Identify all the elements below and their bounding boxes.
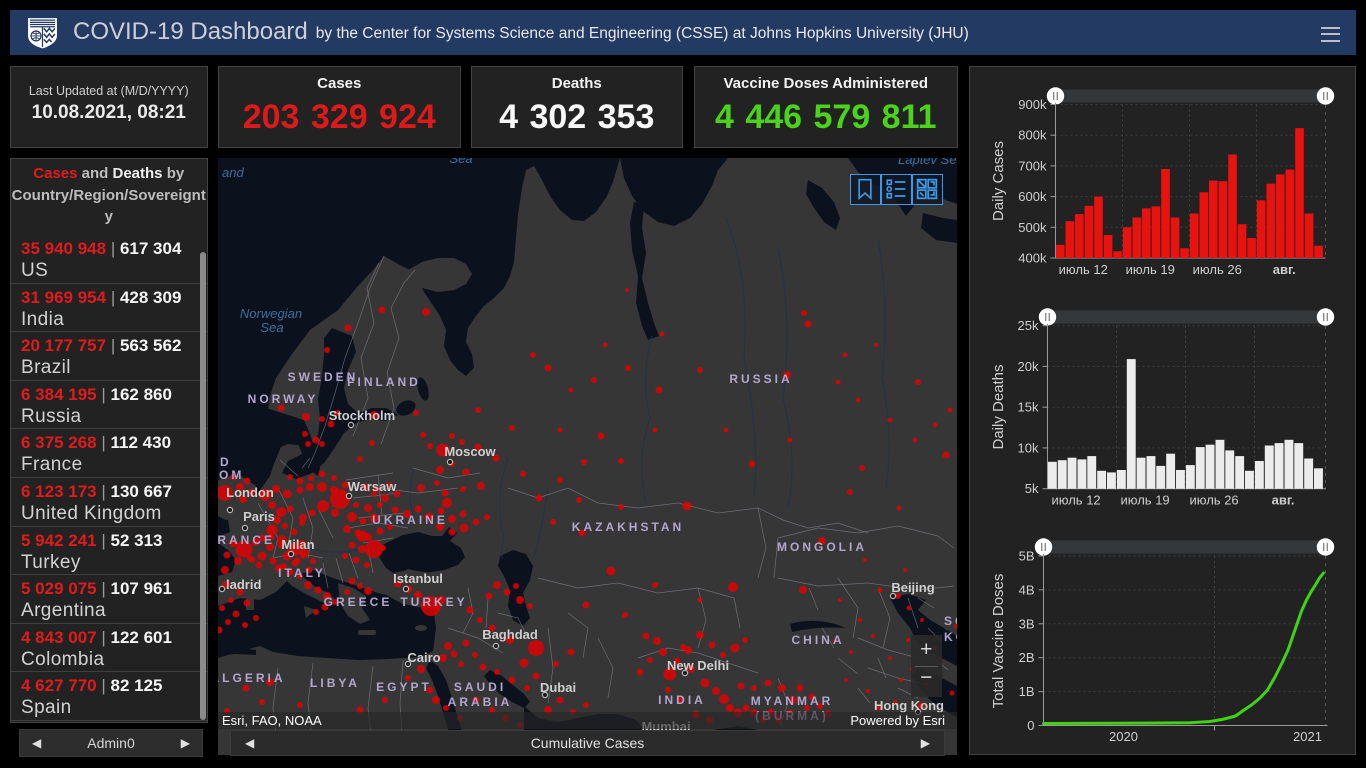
svg-text:4B: 4B [1018, 582, 1034, 597]
svg-text:700k: 700k [1018, 158, 1047, 173]
svg-text:SO: SO [944, 614, 957, 628]
svg-text:SAUDI: SAUDI [454, 680, 506, 694]
svg-text:3B: 3B [1018, 616, 1034, 631]
svg-text:Cairo: Cairo [407, 650, 440, 665]
svg-text:25k: 25k [1017, 318, 1038, 333]
svg-text:GREECE: GREECE [324, 595, 393, 609]
svg-text:KAZAKHSTAN: KAZAKHSTAN [572, 520, 684, 534]
svg-text:EGYPT: EGYPT [376, 680, 432, 694]
svg-text:Sea: Sea [260, 320, 283, 335]
svg-text:400k: 400k [1018, 251, 1047, 266]
svg-text:MONGOLIA: MONGOLIA [777, 540, 867, 554]
svg-text:0: 0 [1027, 718, 1034, 733]
svg-text:Hong Kong: Hong Kong [874, 698, 944, 713]
svg-text:London: London [226, 485, 274, 500]
svg-text:авг.: авг. [1272, 262, 1295, 277]
svg-text:FRANCE: FRANCE [218, 533, 275, 547]
svg-text:600k: 600k [1018, 189, 1047, 204]
svg-text:10k: 10k [1017, 440, 1038, 455]
svg-text:Stockholm: Stockholm [329, 408, 395, 423]
svg-text:FINLAND: FINLAND [347, 375, 421, 389]
svg-text:800k: 800k [1018, 128, 1047, 143]
svg-text:TURKEY: TURKEY [400, 595, 467, 609]
svg-text:июль 19: июль 19 [1125, 262, 1174, 277]
svg-text:5k: 5k [1024, 481, 1038, 496]
svg-text:500k: 500k [1018, 220, 1047, 235]
svg-text:Daily Deaths: Daily Deaths [990, 364, 1007, 449]
svg-text:Moscow: Moscow [444, 444, 496, 459]
svg-text:июль 26: июль 26 [1189, 493, 1238, 508]
svg-text:D: D [220, 455, 232, 469]
svg-text:15k: 15k [1017, 400, 1038, 415]
svg-text:LIBYA: LIBYA [310, 676, 360, 690]
svg-text:CHINA: CHINA [792, 633, 845, 647]
svg-text:RUSSIA: RUSSIA [729, 372, 792, 386]
svg-text:20k: 20k [1017, 359, 1038, 374]
svg-text:Milan: Milan [281, 537, 314, 552]
svg-text:июль 12: июль 12 [1051, 493, 1100, 508]
svg-text:INDIA: INDIA [658, 693, 706, 707]
svg-text:ALGERIA: ALGERIA [218, 671, 286, 685]
svg-text:Beijing: Beijing [891, 580, 934, 595]
svg-text:and: and [222, 165, 244, 180]
svg-text:Sea: Sea [449, 158, 472, 166]
svg-text:2021: 2021 [1293, 729, 1322, 744]
svg-text:Warsaw: Warsaw [348, 479, 398, 494]
svg-text:OM: OM [219, 468, 244, 482]
svg-text:2020: 2020 [1109, 729, 1138, 744]
svg-text:900k: 900k [1018, 97, 1047, 112]
svg-text:Baghdad: Baghdad [482, 627, 538, 642]
svg-text:5B: 5B [1018, 549, 1034, 564]
svg-text:New Delhi: New Delhi [667, 658, 729, 673]
svg-text:Laptev Sea: Laptev Sea [898, 158, 957, 167]
svg-text:NORWAY: NORWAY [248, 392, 319, 406]
svg-text:ARABIA: ARABIA [448, 695, 513, 709]
svg-text:Daily Cases: Daily Cases [990, 141, 1007, 221]
svg-text:Total Vaccine Doses: Total Vaccine Doses [990, 574, 1007, 709]
svg-text:июль 26: июль 26 [1192, 262, 1241, 277]
svg-text:Dubai: Dubai [540, 680, 576, 695]
svg-text:2B: 2B [1018, 650, 1034, 665]
svg-text:MYANMAR: MYANMAR [751, 694, 834, 708]
svg-text:Norwegian: Norwegian [240, 306, 302, 321]
svg-text:UKRAINE: UKRAINE [372, 513, 448, 527]
svg-text:KO: KO [944, 630, 957, 644]
svg-text:Istanbul: Istanbul [393, 571, 443, 586]
svg-text:ITALY: ITALY [278, 566, 326, 580]
svg-text:июль 12: июль 12 [1058, 262, 1107, 277]
svg-text:авг.: авг. [1271, 493, 1294, 508]
svg-text:июль 19: июль 19 [1120, 493, 1169, 508]
svg-text:1B: 1B [1018, 684, 1034, 699]
svg-text:ladrid: ladrid [226, 577, 261, 592]
svg-text:Paris: Paris [243, 509, 275, 524]
